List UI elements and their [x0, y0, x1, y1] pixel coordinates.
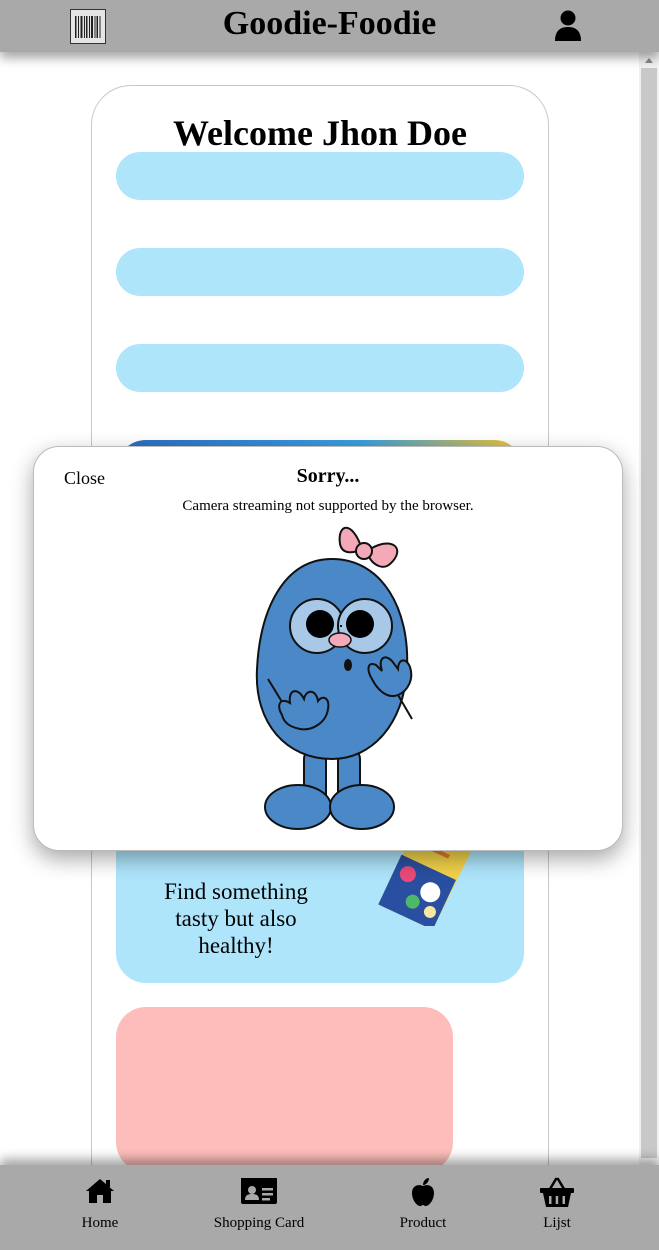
camera-error-dialog: Close Sorry... Camera streaming not supp…	[33, 446, 623, 851]
pink-feature-card[interactable]	[116, 1007, 453, 1172]
promo-text: Find something tasty but also healthy!	[164, 879, 308, 958]
bottom-navigation: Home Shopping Card Product Lijst	[0, 1165, 659, 1250]
home-icon	[86, 1179, 114, 1203]
vertical-scrollbar[interactable]	[639, 52, 659, 1165]
scroll-thumb[interactable]	[641, 68, 657, 1158]
scroll-up-arrow[interactable]	[645, 58, 653, 63]
apple-icon	[412, 1178, 434, 1206]
nav-item-product[interactable]: Product	[383, 1165, 463, 1250]
nav-label-product: Product	[399, 1215, 447, 1231]
user-icon	[555, 10, 581, 41]
mascot-illustration	[255, 526, 413, 830]
nav-label-shopping-card: Shopping Card	[213, 1215, 305, 1231]
nav-item-shopping-card[interactable]: Shopping Card	[199, 1165, 319, 1250]
menu-pill-2[interactable]	[116, 248, 524, 296]
menu-pill-1[interactable]	[116, 152, 524, 200]
id-card-icon	[241, 1178, 277, 1204]
basket-icon	[540, 1177, 574, 1207]
nav-item-home[interactable]: Home	[60, 1165, 140, 1250]
nav-label-lijst: Lijst	[543, 1215, 571, 1231]
nav-item-lijst[interactable]: Lijst	[517, 1165, 597, 1250]
user-profile-button[interactable]	[554, 10, 582, 42]
dialog-message: Camera streaming not supported by the br…	[182, 498, 474, 514]
nav-label-home: Home	[81, 1215, 119, 1231]
app-header: Goodie-Foodie	[0, 0, 659, 52]
welcome-heading: Welcome Jhon Doe	[173, 113, 467, 153]
menu-pill-3[interactable]	[116, 344, 524, 392]
dialog-title: Sorry...	[296, 465, 360, 487]
